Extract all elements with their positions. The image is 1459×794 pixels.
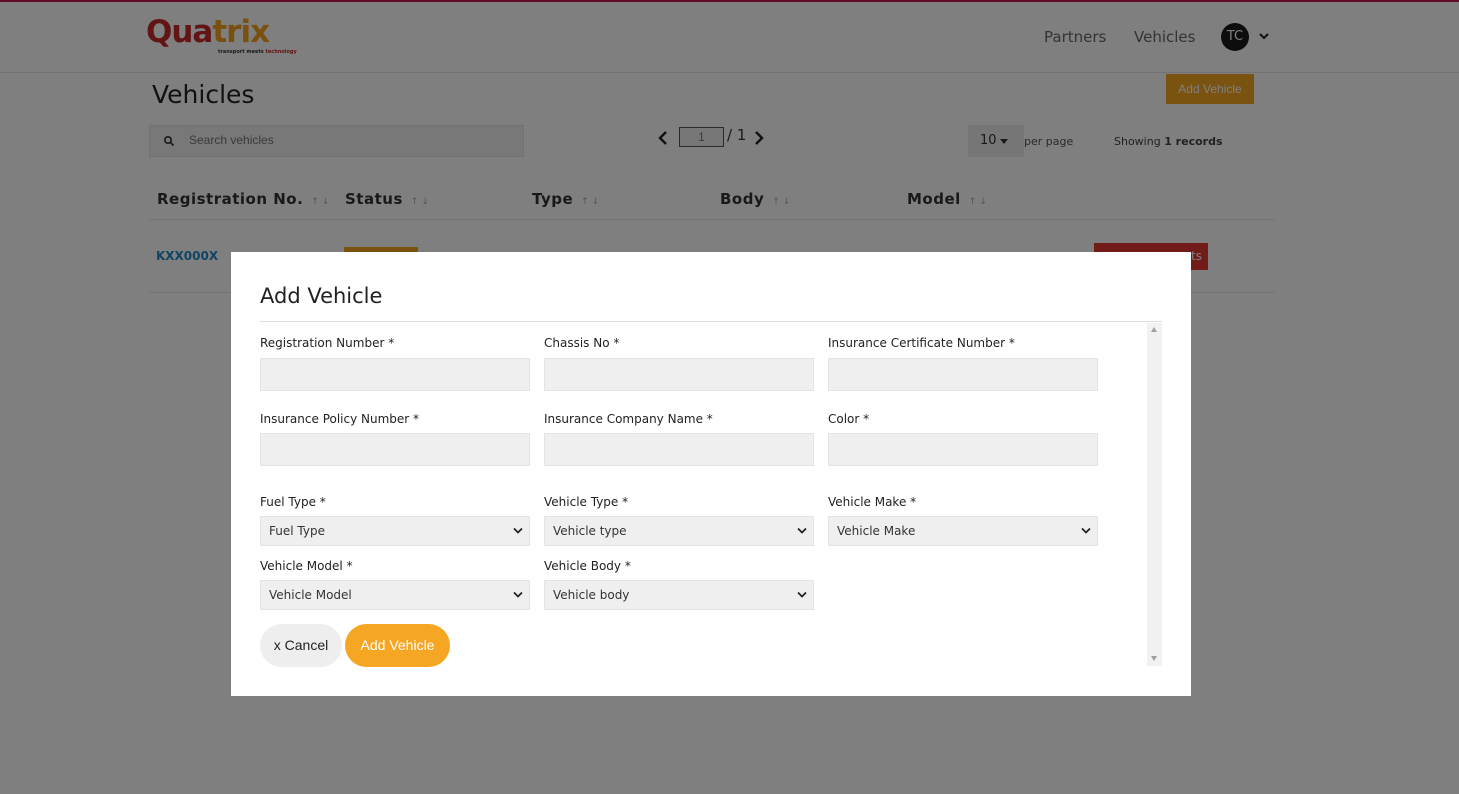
vehicle-type-selected: Vehicle type (553, 524, 627, 538)
fuel-type-select[interactable]: Fuel Type (260, 516, 530, 546)
registration-number-field[interactable] (260, 358, 530, 391)
color-field[interactable] (828, 433, 1098, 466)
chevron-down-icon (1081, 527, 1091, 534)
submit-add-vehicle-button[interactable]: Add Vehicle (345, 624, 450, 667)
vehicle-body-select[interactable]: Vehicle body (544, 580, 814, 610)
scroll-up-arrow-icon[interactable] (1151, 327, 1157, 332)
insurance-policy-field[interactable] (260, 433, 530, 466)
insurance-certificate-label: Insurance Certificate Number * (828, 336, 1015, 350)
insurance-policy-label: Insurance Policy Number * (260, 412, 420, 426)
registration-number-label: Registration Number * (260, 336, 395, 350)
vehicle-model-selected: Vehicle Model (269, 588, 352, 602)
cancel-button[interactable]: x Cancel (260, 624, 342, 667)
insurance-company-field[interactable] (544, 433, 814, 466)
modal-title: Add Vehicle (260, 284, 383, 308)
fuel-type-label: Fuel Type * (260, 495, 326, 509)
chassis-no-field[interactable] (544, 358, 814, 391)
vehicle-type-label: Vehicle Type * (544, 495, 629, 509)
vehicle-make-label: Vehicle Make * (828, 495, 917, 509)
color-label: Color * (828, 412, 870, 426)
add-vehicle-modal: Add Vehicle Registration Number * Chassi… (231, 252, 1191, 696)
vehicle-type-select[interactable]: Vehicle type (544, 516, 814, 546)
fuel-type-selected: Fuel Type (269, 524, 325, 538)
modal-divider (260, 321, 1162, 322)
insurance-company-label: Insurance Company Name * (544, 412, 713, 426)
insurance-certificate-field[interactable] (828, 358, 1098, 391)
chevron-down-icon (513, 591, 523, 598)
vehicle-make-select[interactable]: Vehicle Make (828, 516, 1098, 546)
vehicle-model-label: Vehicle Model * (260, 559, 353, 573)
chevron-down-icon (797, 591, 807, 598)
chassis-no-label: Chassis No * (544, 336, 620, 350)
modal-scrollbar[interactable] (1147, 323, 1162, 666)
vehicle-make-selected: Vehicle Make (837, 524, 916, 538)
vehicle-body-label: Vehicle Body * (544, 559, 631, 573)
chevron-down-icon (513, 527, 523, 534)
vehicle-body-selected: Vehicle body (553, 588, 630, 602)
chevron-down-icon (797, 527, 807, 534)
scroll-down-arrow-icon[interactable] (1151, 656, 1157, 661)
vehicle-model-select[interactable]: Vehicle Model (260, 580, 530, 610)
